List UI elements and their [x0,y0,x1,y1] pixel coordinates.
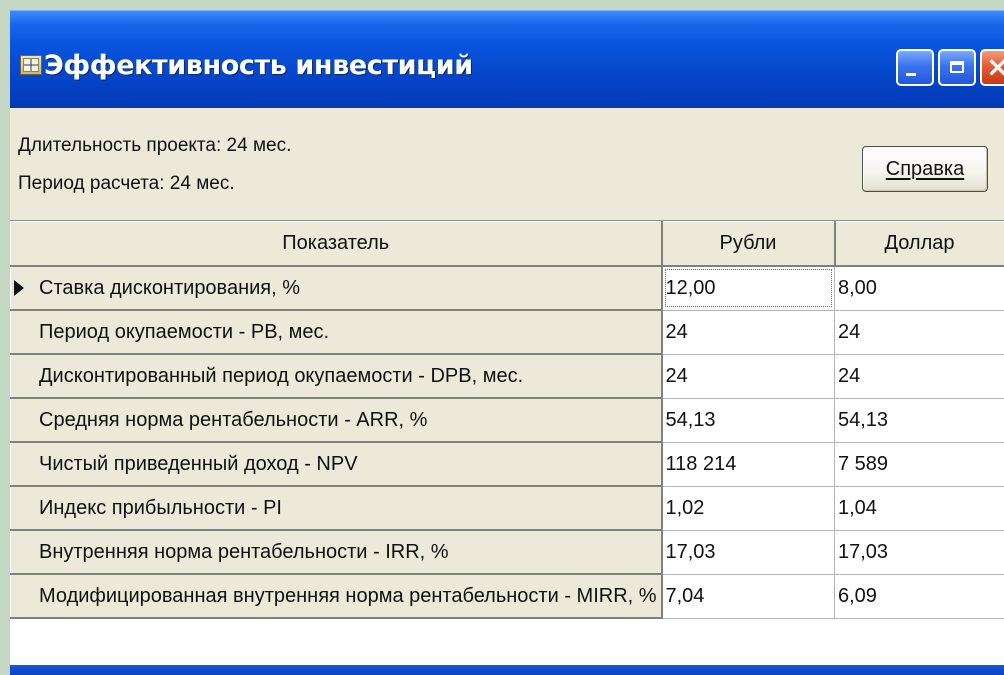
indicator-cell[interactable]: Дисконтированный период окупаемости - DP… [10,353,663,399]
rubles-value-cell[interactable]: 24 [661,310,835,355]
indicator-cell[interactable]: Ставка дисконтирования, % [10,265,663,311]
dollars-value-cell[interactable]: 17,03 [834,530,1004,575]
table-row[interactable]: Период окупаемости - PB, мес. 24 24 [10,309,1004,355]
table-row[interactable]: Дисконтированный период окупаемости - DP… [10,353,1004,399]
indicator-label: Индекс прибыльности - PI [39,496,282,519]
minimize-icon [906,73,916,76]
project-duration-label: Длительность проекта: 24 мес. [18,135,292,156]
indicator-label: Внутренняя норма рентабельности - IRR, % [39,540,449,563]
table-row[interactable]: Ставка дисконтирования, % 12,00 8,00 [10,265,1004,311]
column-header-rubles[interactable]: Рубли [661,221,836,267]
dollars-value-cell[interactable]: 1,04 [834,486,1004,531]
dollars-value-cell[interactable]: 24 [834,354,1004,399]
rubles-value-cell[interactable]: 12,00 [661,266,835,311]
table-row[interactable]: Средняя норма рентабельности - ARR, % 54… [10,397,1004,443]
indicator-label: Дисконтированный период окупаемости - DP… [39,364,524,387]
rubles-value-cell[interactable]: 24 [661,354,835,399]
app-icon-mark [23,58,39,72]
table-header-row: Показатель Рубли Доллар [10,221,1004,267]
column-header-indicator[interactable]: Показатель [10,221,663,267]
table-row[interactable]: Индекс прибыльности - PI 1,02 1,04 [10,485,1004,531]
table-row[interactable]: Модифицированная внутренняя норма рентаб… [10,573,1004,619]
dollars-value-cell[interactable]: 24 [834,310,1004,355]
indicator-label: Средняя норма рентабельности - ARR, % [39,408,428,431]
indicator-cell[interactable]: Внутренняя норма рентабельности - IRR, % [10,529,663,575]
indicator-label: Ставка дисконтирования, % [39,276,301,299]
current-row-indicator-icon [14,280,24,296]
dollars-value-cell[interactable]: 8,00 [834,266,1004,311]
rubles-value-cell[interactable]: 118 214 [661,442,835,487]
minimize-button[interactable] [896,49,934,86]
rubles-value-cell[interactable]: 17,03 [661,530,835,575]
window-title-bar[interactable]: Эффективность инвестиций × [10,10,1004,108]
indicators-table: Показатель Рубли Доллар Ставка дисконтир… [10,221,1004,619]
column-header-dollars[interactable]: Доллар [834,221,1004,267]
indicator-label: Период окупаемости - PB, мес. [39,320,330,343]
rubles-value-cell[interactable]: 7,04 [661,574,835,619]
indicator-cell[interactable]: Модифицированная внутренняя норма рентаб… [10,573,663,619]
dollars-value-cell[interactable]: 54,13 [834,398,1004,443]
table-row[interactable]: Внутренняя норма рентабельности - IRR, %… [10,529,1004,575]
indicator-cell[interactable]: Индекс прибыльности - PI [10,485,663,531]
investment-efficiency-window: Эффективность инвестиций × Длительность … [10,10,1004,675]
indicator-cell[interactable]: Чистый приведенный доход - NPV [10,441,663,487]
indicator-label: Чистый приведенный доход - NPV [39,452,358,475]
help-button[interactable]: Справка [862,146,988,192]
maximize-button[interactable] [938,49,976,86]
maximize-icon [950,61,964,73]
investment-indicators-grid: Показатель Рубли Доллар Ставка дисконтир… [10,220,1004,675]
window-content: Длительность проекта: 24 мес. Период рас… [10,108,1004,675]
window-title: Эффективность инвестиций [44,50,473,81]
rubles-value-cell[interactable]: 1,02 [661,486,835,531]
indicator-cell[interactable]: Период окупаемости - PB, мес. [10,309,663,355]
close-icon: × [986,50,1004,83]
dollars-value-cell[interactable]: 6,09 [834,574,1004,619]
window-bottom-border [10,665,1004,675]
close-button[interactable]: × [980,49,1004,86]
rubles-value-cell[interactable]: 54,13 [661,398,835,443]
indicator-cell[interactable]: Средняя норма рентабельности - ARR, % [10,397,663,443]
table-row[interactable]: Чистый приведенный доход - NPV 118 214 7… [10,441,1004,487]
indicator-label: Модифицированная внутренняя норма рентаб… [39,584,657,607]
app-icon [20,55,42,75]
calculation-period-label: Период расчета: 24 мес. [18,173,235,194]
dollars-value-cell[interactable]: 7 589 [834,442,1004,487]
